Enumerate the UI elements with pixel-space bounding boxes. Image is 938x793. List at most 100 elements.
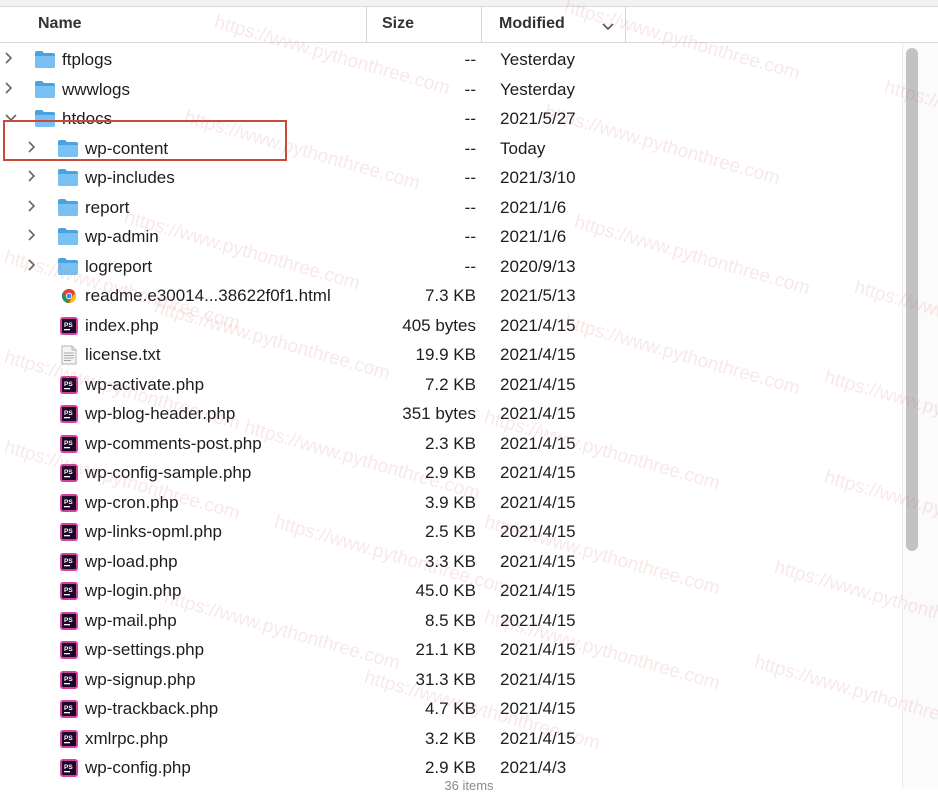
chevron-right-icon[interactable] xyxy=(4,51,16,65)
file-size: 351 bytes xyxy=(402,404,476,423)
file-row[interactable]: PS wp-comments-post.php 2.3 KB 2021/4/15 xyxy=(0,429,900,459)
file-name: index.php xyxy=(85,315,159,335)
chevron-right-icon[interactable] xyxy=(27,258,39,272)
phpstorm-file-icon: PS xyxy=(59,611,81,630)
file-size: 3.3 KB xyxy=(424,551,476,571)
file-size: 3.9 KB xyxy=(424,492,476,512)
file-row[interactable]: PS wp-links-opml.php 2.5 KB 2021/4/15 xyxy=(0,517,900,547)
column-separator[interactable] xyxy=(625,6,626,42)
phpstorm-file-icon: PS xyxy=(59,640,81,659)
file-row[interactable]: logreport -- 2020/9/13 xyxy=(0,252,900,282)
column-header-bar: Name Size Modified xyxy=(0,0,938,43)
file-modified: 2021/4/15 xyxy=(500,728,576,748)
file-row[interactable]: PS wp-login.php 45.0 KB 2021/4/15 xyxy=(0,576,900,606)
svg-text:PS: PS xyxy=(64,469,73,476)
file-name: wp-comments-post.php xyxy=(85,433,262,453)
file-row[interactable]: PS wp-trackback.php 4.7 KB 2021/4/15 xyxy=(0,694,900,724)
file-name: wp-admin xyxy=(85,227,159,246)
file-row[interactable]: PS wp-blog-header.php 351 bytes 2021/4/15 xyxy=(0,399,900,429)
file-name: wp-trackback.php xyxy=(85,699,219,718)
file-modified: 2021/4/15 xyxy=(500,640,576,659)
file-size: 4.7 KB xyxy=(424,699,476,718)
chevron-right-icon[interactable] xyxy=(27,199,39,213)
file-modified: 2021/4/15 xyxy=(500,581,576,600)
phpstorm-file-icon: PS xyxy=(59,493,81,512)
file-name: wp-config-sample.php xyxy=(85,463,252,482)
file-row[interactable]: readme.e30014...38622f0f1.html 7.3 KB 2021… xyxy=(0,281,900,311)
file-name: wp-mail.php xyxy=(85,610,177,630)
phpstorm-file-icon: PS xyxy=(59,463,81,482)
file-modified: 2021/4/15 xyxy=(500,345,576,364)
file-size: 7.2 KB xyxy=(424,374,476,394)
file-size: -- xyxy=(464,50,476,69)
svg-text:PS: PS xyxy=(64,646,73,653)
file-name: wp-config.php xyxy=(85,758,191,777)
file-row[interactable]: wp-includes -- 2021/3/10 xyxy=(0,163,900,193)
chevron-right-icon[interactable] xyxy=(27,169,39,183)
sort-chevron-down-icon[interactable] xyxy=(602,20,614,34)
file-row[interactable]: PS xmlrpc.php 3.2 KB 2021/4/15 xyxy=(0,724,900,754)
file-row[interactable]: report -- 2021/1/6 xyxy=(0,193,900,223)
column-header-size[interactable]: Size xyxy=(382,6,478,42)
file-size: -- xyxy=(464,168,476,187)
file-row[interactable]: PS wp-config-sample.php 2.9 KB 2021/4/15 xyxy=(0,458,900,488)
file-size: 7.3 KB xyxy=(424,286,476,305)
file-row[interactable]: PS wp-load.php 3.3 KB 2021/4/15 xyxy=(0,547,900,577)
file-size: 45.0 KB xyxy=(415,581,477,600)
file-modified: 2021/4/15 xyxy=(500,374,576,394)
file-row[interactable]: PS index.php 405 bytes 2021/4/15 xyxy=(0,311,900,341)
svg-text:PS: PS xyxy=(64,381,73,388)
file-name: wp-load.php xyxy=(85,551,178,571)
svg-text:PS: PS xyxy=(64,705,73,712)
file-name: wp-cron.php xyxy=(85,492,179,512)
column-header-name[interactable]: Name xyxy=(38,6,358,42)
file-modified: 2021/4/15 xyxy=(500,463,576,482)
phpstorm-file-icon: PS xyxy=(59,581,81,600)
folder-icon xyxy=(57,227,79,246)
file-size: 2.3 KB xyxy=(424,433,476,453)
phpstorm-file-icon: PS xyxy=(59,699,81,718)
file-size: -- xyxy=(464,138,476,158)
file-row[interactable]: license.txt 19.9 KB 2021/4/15 xyxy=(0,340,900,370)
phpstorm-file-icon: PS xyxy=(59,522,81,541)
chevron-right-icon[interactable] xyxy=(27,228,39,242)
file-size: 2.5 KB xyxy=(424,522,476,541)
text-file-icon xyxy=(60,345,82,365)
phpstorm-file-icon: PS xyxy=(59,316,81,335)
file-name: wp-includes xyxy=(85,168,175,187)
file-row[interactable]: ftplogs -- Yesterday xyxy=(0,45,900,75)
file-row[interactable]: wwwlogs -- Yesterday xyxy=(0,75,900,105)
file-name: wp-links-opml.php xyxy=(85,522,222,541)
file-size: 405 bytes xyxy=(402,315,476,335)
folder-icon xyxy=(57,168,79,187)
file-modified: 2021/4/3 xyxy=(500,758,567,777)
phpstorm-file-icon: PS xyxy=(59,434,81,453)
file-name: readme.e30014...38622f0f1.html xyxy=(85,286,331,305)
column-separator[interactable] xyxy=(366,6,367,42)
column-separator[interactable] xyxy=(481,6,482,42)
file-modified: 2021/4/15 xyxy=(500,669,576,689)
scrollbar-thumb[interactable] xyxy=(906,48,918,551)
file-modified: 2021/3/10 xyxy=(500,168,576,187)
svg-text:PS: PS xyxy=(64,410,73,417)
file-name: wp-signup.php xyxy=(85,669,196,689)
file-modified: Yesterday xyxy=(500,79,575,99)
file-row[interactable]: PS wp-settings.php 21.1 KB 2021/4/15 xyxy=(0,635,900,665)
file-row[interactable]: PS wp-signup.php 31.3 KB 2021/4/15 xyxy=(0,665,900,695)
chrome-html-icon xyxy=(61,288,83,307)
file-row[interactable]: PS wp-cron.php 3.9 KB 2021/4/15 xyxy=(0,488,900,518)
item-count: 36 items xyxy=(444,778,494,793)
file-row[interactable]: PS wp-mail.php 8.5 KB 2021/4/15 xyxy=(0,606,900,636)
file-name: wwwlogs xyxy=(62,79,131,99)
svg-text:PS: PS xyxy=(64,440,73,447)
file-row[interactable]: PS wp-activate.php 7.2 KB 2021/4/15 xyxy=(0,370,900,400)
file-modified: 2021/4/15 xyxy=(500,551,576,571)
file-modified: 2021/5/13 xyxy=(500,286,576,305)
folder-icon xyxy=(34,50,56,69)
file-modified: 2021/4/15 xyxy=(500,610,576,630)
svg-text:PS: PS xyxy=(64,499,73,506)
phpstorm-file-icon: PS xyxy=(59,729,81,748)
file-modified: 2021/4/15 xyxy=(500,522,576,541)
chevron-right-icon[interactable] xyxy=(4,81,16,95)
file-row[interactable]: wp-admin -- 2021/1/6 xyxy=(0,222,900,252)
